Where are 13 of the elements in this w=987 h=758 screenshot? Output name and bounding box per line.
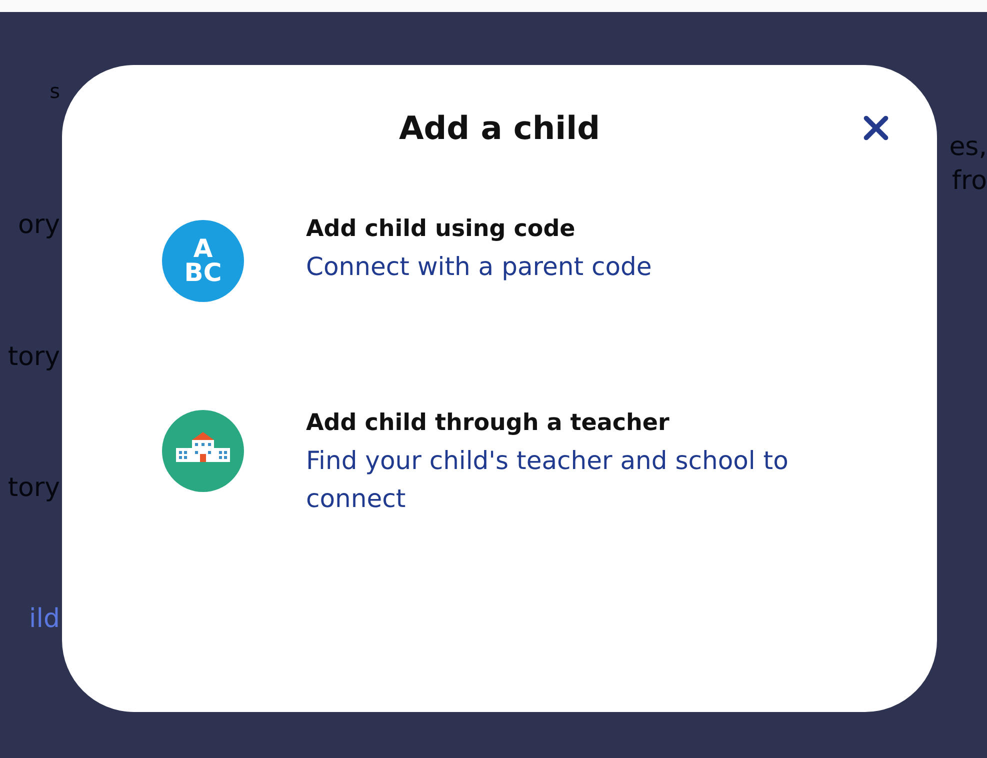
- option-description: Connect with a parent code: [306, 251, 653, 283]
- background-text: es,: [949, 131, 987, 164]
- background-text: ild: [29, 606, 60, 632]
- background-text: tory: [8, 475, 60, 501]
- background-text: ory: [18, 212, 60, 238]
- background-text: s: [50, 78, 60, 104]
- letters-icon: A BC: [162, 220, 244, 302]
- background-text: fro: [952, 165, 987, 198]
- option-description: Find your child's teacher and school to connect: [306, 445, 790, 515]
- school-icon: [162, 410, 244, 492]
- dialog-title: Add a child: [398, 109, 600, 147]
- background-text: tory: [8, 344, 60, 370]
- close-icon[interactable]: [863, 115, 889, 141]
